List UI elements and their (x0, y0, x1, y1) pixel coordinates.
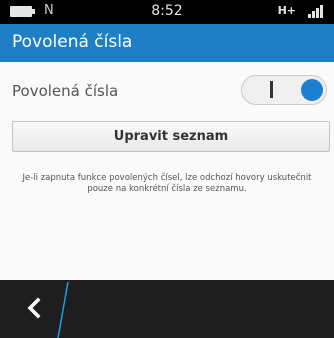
title-bar: Povolená čísla (0, 24, 334, 62)
status-bar: N 8:52 H+ (0, 0, 334, 24)
back-icon (27, 297, 41, 319)
page-title: Povolená čísla (12, 32, 133, 52)
toggle-on-indicator (270, 81, 273, 98)
fixed-dialing-label: Povolená čísla (12, 82, 119, 100)
edit-list-button[interactable]: Upravit seznam (12, 121, 330, 152)
fixed-dialing-description: Je-li zapnuta funkce povolených čísel, l… (22, 173, 312, 194)
fixed-dialing-toggle[interactable] (241, 75, 327, 105)
screen: N 8:52 H+ Povolená čísla Povolená čísla … (0, 0, 334, 338)
action-bar (0, 280, 334, 338)
signal-icon (308, 5, 323, 18)
toggle-knob[interactable] (301, 79, 323, 101)
network-type: H+ (277, 4, 296, 17)
action-bar-divider (57, 281, 69, 338)
